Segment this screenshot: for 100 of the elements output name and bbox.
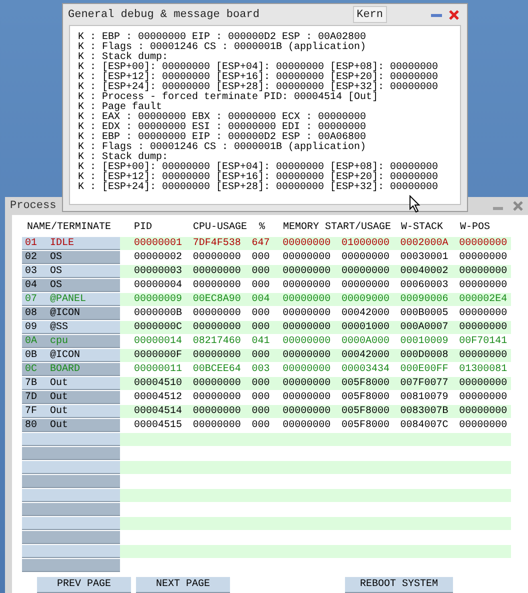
table-cell-text: 00000000: [459, 307, 508, 320]
window-title: General debug & message board: [68, 8, 260, 20]
table-cell-text: 00000000: [282, 237, 332, 250]
table-cell-text: 00000000: [192, 279, 242, 292]
terminate-button[interactable]: 7F Out: [22, 405, 120, 418]
log-line: K : Stack dump:: [78, 153, 168, 163]
table-cell-text: 00042000: [341, 349, 390, 362]
empty-slot-button[interactable]: [22, 475, 120, 488]
table-cell-text: 005F8000: [341, 419, 390, 432]
table-cell-text: 00000000: [282, 279, 332, 292]
table-cell-text: 00004515: [134, 419, 184, 432]
table-cell-text: 000: [252, 251, 271, 264]
table-cell-text: 00000000: [459, 391, 508, 404]
minimize-icon[interactable]: [493, 206, 503, 210]
table-cell-text: 00000000: [282, 265, 332, 278]
table-cell-text: 00000000: [282, 307, 332, 320]
terminate-button[interactable]: 01 IDLE: [22, 237, 120, 250]
table-cell-text: 000D0008: [400, 349, 450, 362]
empty-slot-button[interactable]: [22, 559, 120, 572]
table-cell-text: 007F0077: [400, 377, 450, 390]
table-cell-text: 00000000: [192, 419, 242, 432]
table-cell-text: 00000000: [459, 321, 508, 334]
column-header: CPU-USAGE: [193, 222, 248, 234]
table-cell-text: 0002000A: [400, 237, 450, 250]
table-cell-text: 0000000C: [134, 321, 184, 334]
page-button[interactable]: REBOOT SYSTEM: [345, 577, 453, 593]
close-icon[interactable]: [513, 201, 523, 211]
table-cell-text: 005F8000: [341, 377, 390, 390]
terminate-button[interactable]: 09 @SS: [22, 321, 120, 334]
table-cell-text: 00000000: [459, 237, 508, 250]
page-button[interactable]: PREV PAGE: [37, 577, 131, 593]
table-cell-text: 00004512: [134, 391, 184, 404]
table-cell-text: 00000000: [192, 321, 242, 334]
log-line: K : [ESP+24]: 00000000 [ESP+28]: 00000000 [ESP+32]: 00000000: [78, 83, 438, 93]
table-cell-text: 00000009: [134, 293, 184, 306]
log-line: K : [ESP+00]: 00000000 [ESP+04]: 00000000 [ESP+08]: 00000000: [78, 163, 438, 173]
terminate-button[interactable]: 7D Out: [22, 391, 120, 404]
table-cell-text: 00000000: [282, 321, 332, 334]
table-cell-text: 00000000: [192, 405, 242, 418]
table-cell-text: 0000000B: [134, 307, 184, 320]
log-line: K : Flags : 00001246 CS : 0000001B (application): [78, 143, 366, 153]
terminate-button[interactable]: 0B @ICON: [22, 349, 120, 362]
empty-slot-button[interactable]: [22, 447, 120, 460]
table-cell-text: 00000000: [459, 419, 508, 432]
terminate-button[interactable]: 7B Out: [22, 377, 120, 390]
log-line: K : [ESP+00]: 00000000 [ESP+04]: 00000000 [ESP+08]: 00000000: [78, 63, 438, 73]
table-cell-text: 00000000: [341, 251, 390, 264]
terminate-button[interactable]: 03 OS: [22, 265, 120, 278]
table-cell-text: 647: [252, 237, 271, 250]
terminate-button[interactable]: 80 Out: [22, 419, 120, 432]
log-line: K : Flags : 00001246 CS : 0000001B (application): [78, 43, 366, 53]
table-cell-text: 000B0005: [400, 307, 450, 320]
table-cell-text: 00810079: [400, 391, 450, 404]
table-cell-text: 0000A000: [341, 335, 390, 348]
log-line: K : Process - forced terminate PID: 00004514 [Out]: [78, 93, 378, 103]
table-cell-text: 00000000: [192, 265, 242, 278]
terminate-button[interactable]: 08 @ICON: [22, 307, 120, 320]
table-cell-text: 01300081: [459, 363, 508, 376]
column-header: NAME/TERMINATE: [27, 222, 112, 234]
column-header: W-POS: [460, 222, 490, 234]
table-cell-text: 00000000: [341, 265, 390, 278]
terminate-button[interactable]: 04 OS: [22, 279, 120, 292]
table-cell-text: 00000000: [282, 377, 332, 390]
column-header: PID: [134, 222, 152, 234]
table-cell-text: 00BCEE64: [192, 363, 242, 376]
table-cell-text: 00003434: [341, 363, 390, 376]
table-cell-text: 00004510: [134, 377, 184, 390]
log-line: K : Page fault: [78, 103, 162, 113]
table-cell-text: 00000000: [282, 405, 332, 418]
table-cell-text: 01000000: [341, 237, 390, 250]
table-cell-text: 00F70141: [459, 335, 508, 348]
table-cell-text: 003: [252, 363, 271, 376]
table-cell-text: 00000000: [192, 391, 242, 404]
log-line: K : Stack dump:: [78, 53, 168, 63]
table-cell-text: 00090006: [400, 293, 450, 306]
close-icon[interactable]: [449, 10, 459, 20]
table-cell-text: 005F8000: [341, 405, 390, 418]
table-cell-text: 00042000: [341, 307, 390, 320]
table-cell-text: 000A0007: [400, 321, 450, 334]
table-cell-text: 0083007B: [400, 405, 450, 418]
table-cell-text: 005F8000: [341, 391, 390, 404]
table-cell-text: 00000000: [459, 405, 508, 418]
empty-slot-button[interactable]: [22, 503, 120, 516]
table-cell-text: 00000000: [282, 419, 332, 432]
kern-button[interactable]: Kern: [352, 6, 387, 23]
table-cell-text: 000: [252, 279, 271, 292]
terminate-button[interactable]: 02 OS: [22, 251, 120, 264]
table-cell-text: 00009000: [341, 293, 390, 306]
table-cell-text: 00000000: [192, 349, 242, 362]
table-cell-text: 00000000: [282, 363, 332, 376]
log-line: K : [ESP+12]: 00000000 [ESP+16]: 00000000 [ESP+20]: 00000000: [78, 73, 438, 83]
table-cell-text: 00000000: [459, 251, 508, 264]
table-cell-text: 00000000: [282, 391, 332, 404]
table-cell-text: 08217460: [192, 335, 242, 348]
table-cell-text: 00000000: [459, 265, 508, 278]
empty-slot-button[interactable]: [22, 531, 120, 544]
page-button[interactable]: NEXT PAGE: [136, 577, 230, 593]
table-cell-text: 00000000: [192, 307, 242, 320]
table-cell-text: 004: [252, 293, 271, 306]
window-title: Process: [10, 200, 56, 212]
